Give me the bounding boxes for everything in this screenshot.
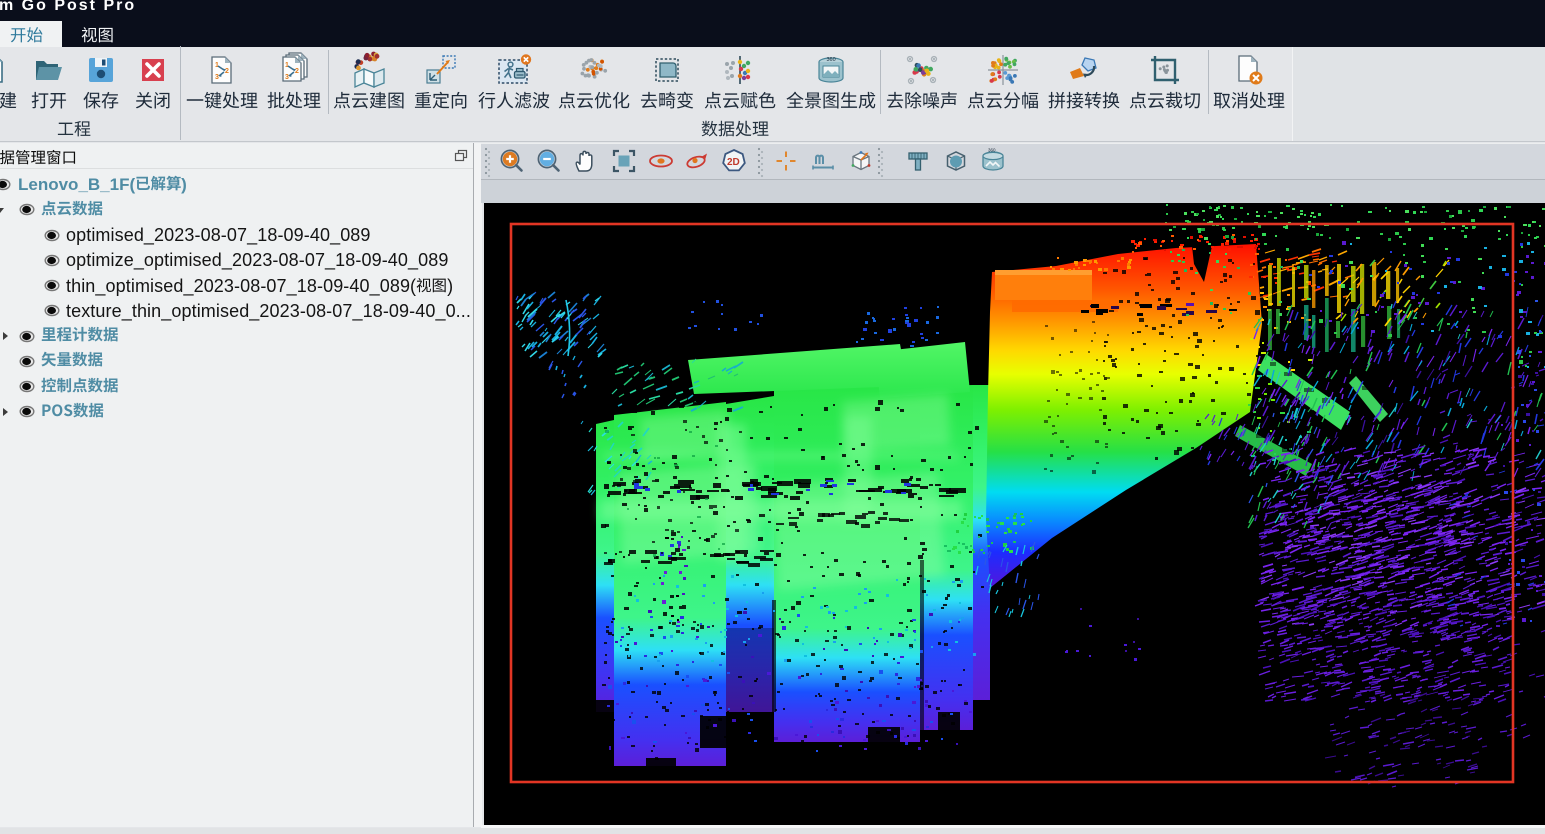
svg-text:360: 360 bbox=[827, 57, 836, 63]
svg-text:2: 2 bbox=[225, 68, 229, 75]
svg-text:3: 3 bbox=[285, 74, 289, 81]
svg-text:2D: 2D bbox=[727, 157, 740, 168]
svg-text:360: 360 bbox=[988, 148, 996, 153]
svg-text:2: 2 bbox=[295, 68, 299, 75]
svg-text:3: 3 bbox=[215, 74, 219, 81]
